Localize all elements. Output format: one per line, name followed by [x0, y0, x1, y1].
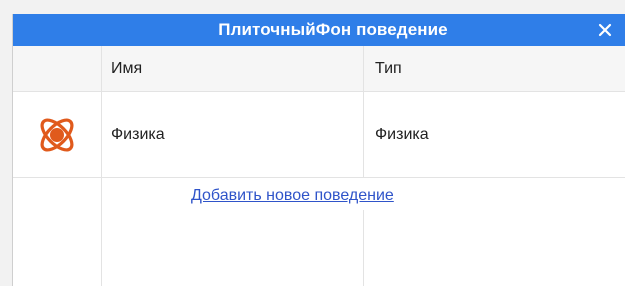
row-type-cell: Физика	[375, 126, 429, 143]
column-divider	[101, 46, 102, 286]
row-name-cell: Физика	[111, 126, 165, 143]
close-icon	[598, 23, 612, 37]
behavior-window: ПлиточныйФон поведение Имя Тип Физика Фи…	[12, 14, 625, 286]
close-button[interactable]	[593, 18, 617, 42]
column-header-type: Тип	[375, 60, 402, 77]
table-row[interactable]: Физика Физика	[13, 92, 625, 178]
column-divider	[363, 46, 364, 178]
window-title: ПлиточныйФон поведение	[218, 20, 448, 39]
column-header-name: Имя	[111, 60, 143, 77]
table-header: Имя Тип	[13, 46, 625, 92]
physics-atom-icon	[40, 118, 74, 152]
column-divider	[363, 210, 364, 286]
window-titlebar: ПлиточныйФон поведение	[13, 14, 625, 46]
add-behavior-link[interactable]: Добавить новое поведение	[191, 184, 394, 208]
